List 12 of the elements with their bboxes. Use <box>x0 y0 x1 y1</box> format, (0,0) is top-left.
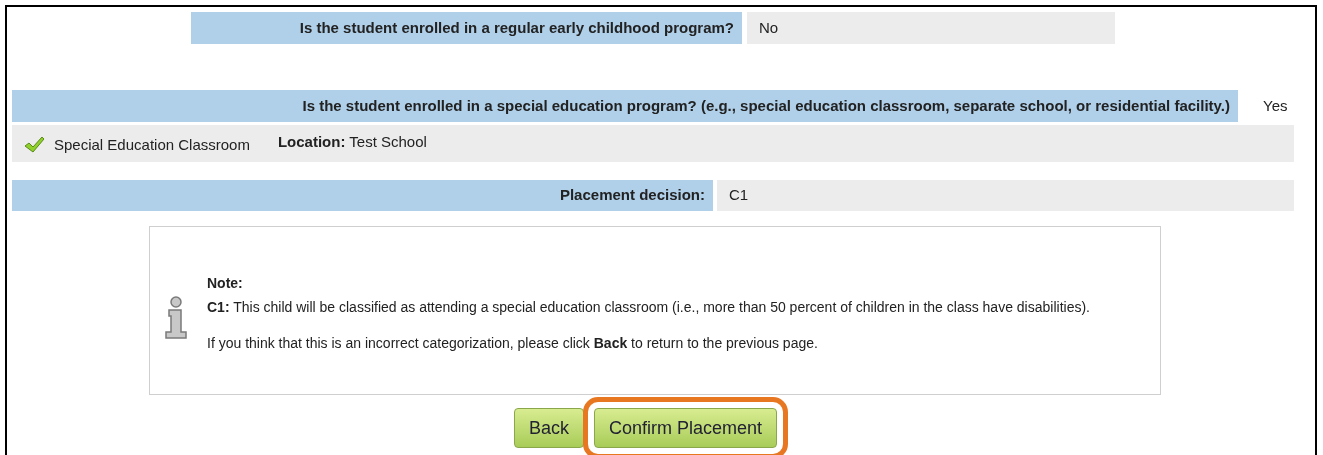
placement-label: Placement decision: <box>12 180 713 211</box>
back-button[interactable]: Back <box>514 408 585 448</box>
setting-name: Special Education Classroom <box>54 134 250 155</box>
answer-value: No <box>747 12 1115 44</box>
info-icon <box>164 295 188 340</box>
note-title: Note: <box>207 273 244 293</box>
placement-value: C1 <box>717 180 1294 211</box>
note-text: C1: This child will be classified as attending a special education classroom (i.e., more than 50 percent of children in the class have disabilities). <box>207 297 1091 317</box>
note-hint: If you think that this is an incorrect categorization, please click Back to return to the previous page. <box>207 333 819 353</box>
location-text: Location: Test School <box>277 132 427 153</box>
question-label: Is the student enrolled in a regular early childhood program? <box>191 12 742 44</box>
question-label: Is the student enrolled in a special education program? (e.g., special education classroom, separate school, or residential facility.) <box>12 90 1238 122</box>
